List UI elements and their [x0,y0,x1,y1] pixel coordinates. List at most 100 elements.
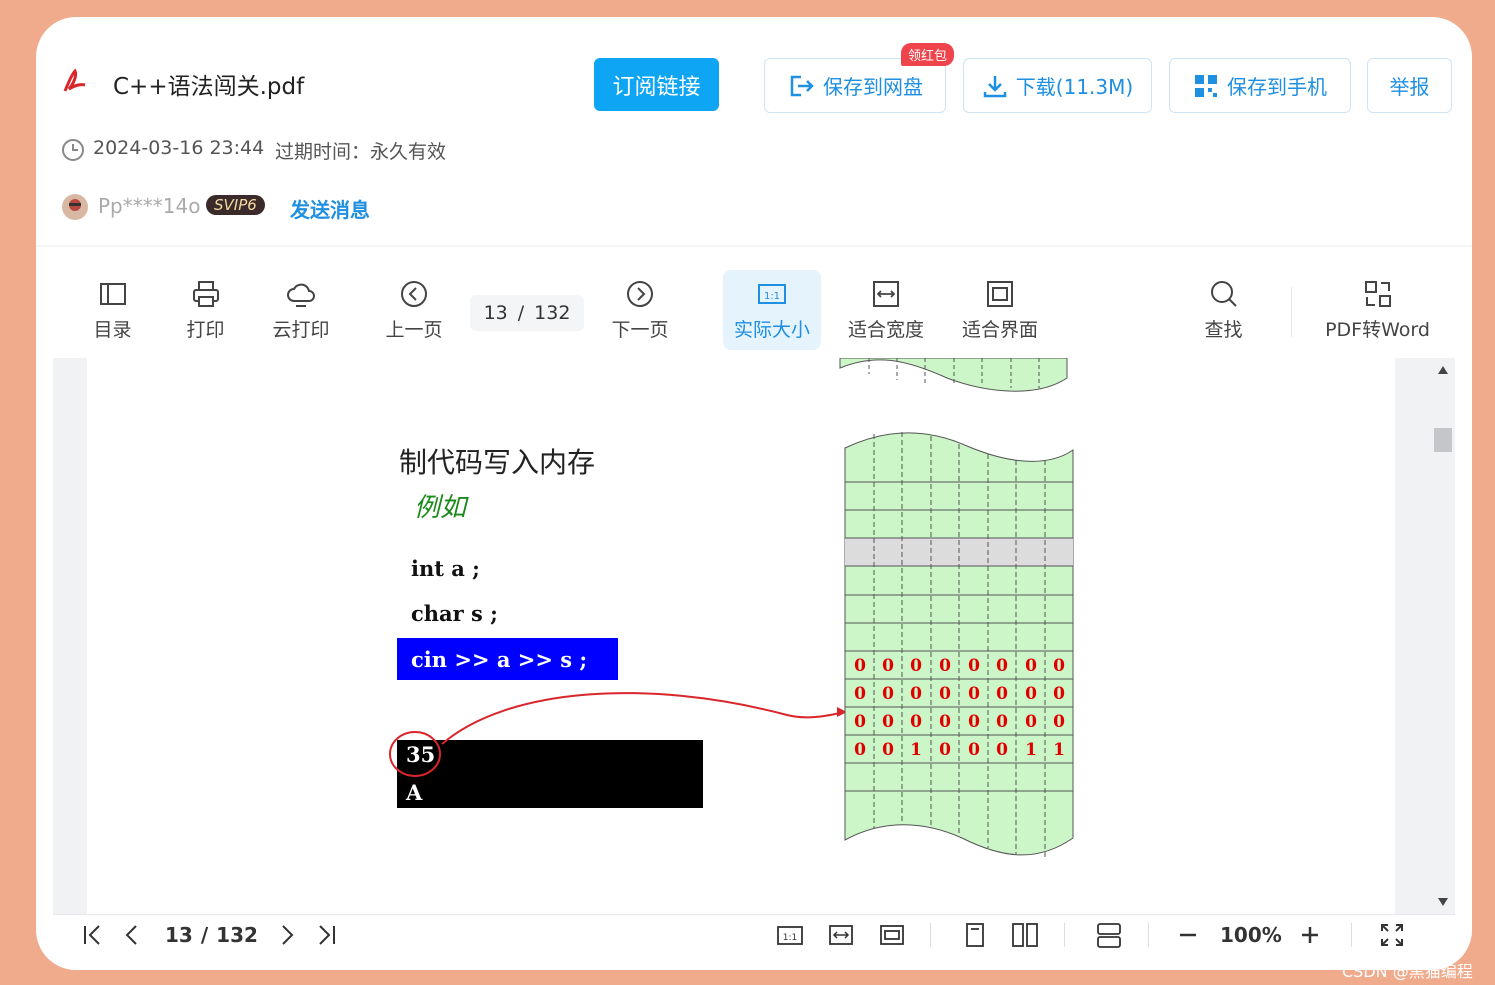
memory-bit: 0 [1053,656,1065,676]
memory-bit: 1 [1025,740,1037,760]
find-label: 查找 [1204,319,1243,341]
pdf-file-icon [63,68,87,93]
chevron-left-circle-icon [401,281,427,307]
toolbar-fit-width[interactable]: 适合宽度 [844,279,928,342]
file-share-card: C++语法闯关.pdf 订阅链接 保存到网盘 领红包 下载(11.3M) 保存到… [36,17,1472,970]
fullscreen-icon[interactable] [1378,921,1406,949]
memory-bit: 0 [996,656,1008,676]
scroll-down-icon[interactable] [1438,898,1448,906]
csdn-watermark: CSDN @黑猫编程 [1342,962,1473,981]
memory-bit: 1 [910,740,922,760]
slide-heading: 制代码写入内存 [399,446,595,479]
two-page-icon[interactable] [1011,921,1039,949]
bottom-page-total: 132 [216,923,258,947]
send-message-link[interactable]: 发送消息 [290,194,370,223]
bottom-divider-2 [1064,923,1065,947]
toolbar-print[interactable]: 打印 [183,279,228,342]
chevron-right-circle-icon [627,281,653,307]
toolbar-find[interactable]: 查找 [1201,279,1246,342]
single-page-icon[interactable] [961,921,989,949]
memory-bit: 0 [882,656,894,676]
convert-icon [1364,281,1391,307]
memory-bit: 0 [996,712,1008,732]
user-name: Pp****14o [98,194,201,218]
header-divider [36,245,1472,247]
memory-bit: 0 [1053,684,1065,704]
scroll-up-icon[interactable] [1438,366,1448,374]
toolbar-cloud-print[interactable]: 云打印 [268,279,334,342]
toolbar-prev-page[interactable]: 上一页 [381,279,447,342]
search-icon [1210,281,1237,307]
print-label: 打印 [186,319,225,341]
page-separator: / [517,302,525,324]
next-page-label: 下一页 [611,319,669,341]
memory-bit: 0 [968,712,980,732]
qr-code-icon [1195,74,1217,97]
memory-bit: 0 [996,684,1008,704]
subscribe-button[interactable]: 订阅链接 [594,58,719,111]
pdf-to-word-label: PDF转Word [1325,319,1430,341]
continuous-scroll-icon[interactable] [1095,921,1123,949]
memory-bit: 0 [882,712,894,732]
report-button[interactable]: 举报 [1367,58,1452,113]
bottom-divider-4 [1351,923,1352,947]
actual-size-icon: 1:1 [758,283,786,304]
toolbar-actual-size[interactable]: 1:1 实际大小 [723,270,821,350]
expiry-text: 过期时间：永久有效 [275,141,447,163]
memory-bit: 0 [854,656,866,676]
page-current: 13 [483,302,508,324]
toc-icon [99,283,126,305]
scroll-thumb[interactable] [1434,428,1452,452]
print-icon [192,281,219,307]
input-console [397,740,703,808]
fit-page-icon [987,281,1013,307]
cloud-save-icon [790,75,814,96]
memory-bit: 0 [854,740,866,760]
memory-bit: 0 [1025,712,1037,732]
memory-bit: 0 [910,712,922,732]
next-page-icon[interactable] [272,921,300,949]
bottom-page-current: 13 [165,923,193,947]
bottom-divider-3 [1148,923,1149,947]
memory-bit: 0 [939,740,951,760]
fit-page-small-icon[interactable] [878,921,906,949]
toolbar-fit-page[interactable]: 适合界面 [958,279,1042,342]
toolbar-pdf-to-word[interactable]: PDF转Word [1320,279,1435,342]
cloud-print-icon [287,283,315,307]
page-number-input[interactable]: 13 / 132 [470,295,584,331]
save-to-phone-button[interactable]: 保存到手机 [1169,58,1351,113]
fit-width-small-icon[interactable] [827,921,855,949]
first-page-icon[interactable] [79,921,107,949]
memory-bit: 0 [939,712,951,732]
toolbar-next-page[interactable]: 下一页 [607,279,673,342]
bottom-page-indicator[interactable]: 13 / 132 [165,923,258,947]
actual-size-small-icon[interactable]: 1:1 [776,921,804,949]
toolbar-toc[interactable]: 目录 [90,279,135,342]
bottom-divider [930,923,931,947]
memory-bit: 0 [1025,684,1037,704]
save-to-phone-label: 保存到手机 [1227,75,1327,99]
cloud-print-label: 云打印 [272,319,330,341]
toc-label: 目录 [93,319,132,341]
arrow-to-memory [441,692,846,745]
prev-page-icon[interactable] [119,921,147,949]
save-to-cloud-button[interactable]: 保存到网盘 [764,58,946,113]
avatar[interactable] [61,193,89,221]
actual-size-label: 实际大小 [733,318,810,341]
memory-bit: 0 [882,684,894,704]
input-value-35: 35 [406,742,435,767]
download-icon [983,75,1007,97]
download-button[interactable]: 下载(11.3M) [963,58,1152,113]
zoom-in-icon[interactable] [1296,921,1324,949]
vertical-scrollbar[interactable] [1431,358,1455,914]
red-packet-badge: 领红包 [901,43,955,66]
pdf-page: 制代码写入内存 例如 int a ; char s ; cin >> a >> … [87,358,1395,914]
last-page-icon[interactable] [312,921,340,949]
save-to-cloud-label: 保存到网盘 [823,75,923,99]
svg-text:1:1: 1:1 [783,933,797,943]
pdf-viewer[interactable]: 制代码写入内存 例如 int a ; char s ; cin >> a >> … [53,358,1455,914]
fit-page-label: 适合界面 [961,319,1038,341]
memory-bit: 0 [854,712,866,732]
zoom-out-icon[interactable] [1174,921,1202,949]
memory-bit: 0 [1053,712,1065,732]
